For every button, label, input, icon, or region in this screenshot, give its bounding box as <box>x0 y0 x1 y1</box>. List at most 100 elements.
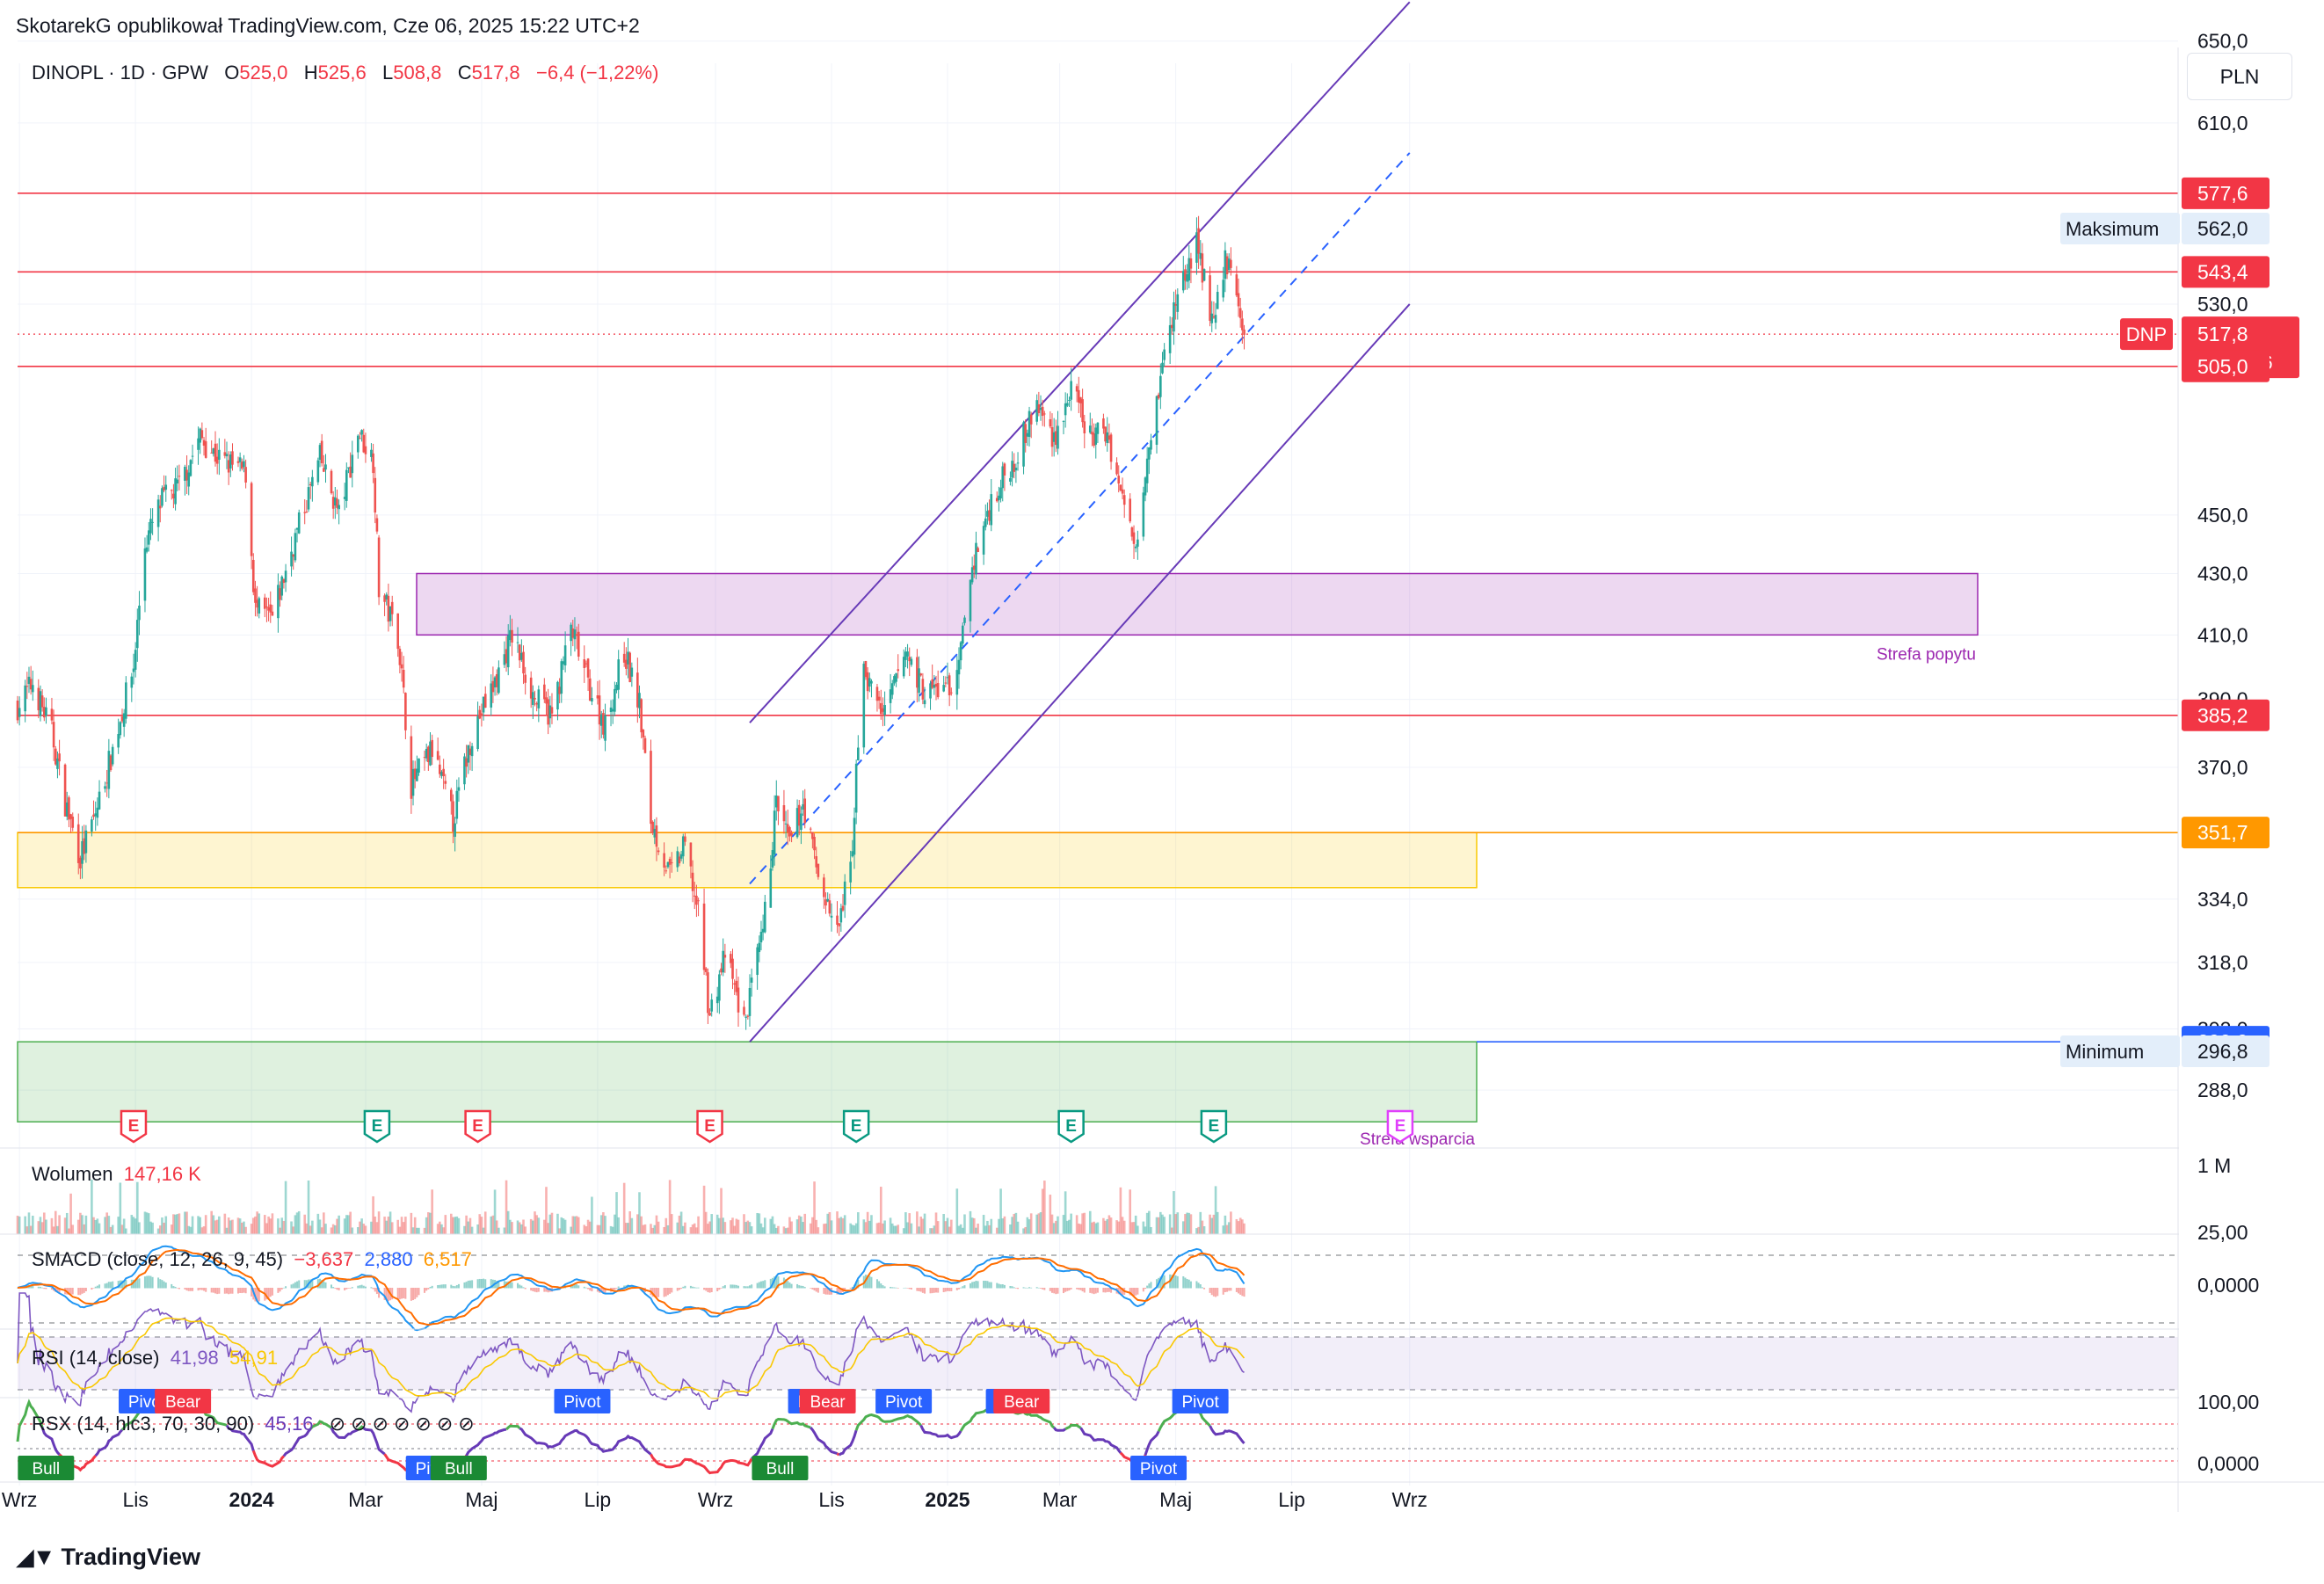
smacd-hist-bar <box>357 1285 359 1289</box>
smacd-hist-bar <box>1076 1288 1078 1290</box>
candle-down <box>640 699 643 733</box>
smacd-hist-bar <box>737 1285 740 1289</box>
smacd-hist-bar <box>1226 1288 1229 1292</box>
candle-down <box>436 751 439 760</box>
smacd-hist-bar <box>663 1288 665 1297</box>
badge-value: 296,8 <box>2197 1040 2248 1063</box>
smacd-hist-bar <box>104 1283 106 1289</box>
smacd-hist-bar <box>532 1288 534 1291</box>
smacd-hist-bar <box>480 1278 483 1289</box>
earnings-marker-text: E <box>1065 1117 1077 1136</box>
currency-button[interactable]: PLN <box>2187 53 2292 100</box>
smacd-hist-bar <box>372 1288 374 1290</box>
candle-up <box>722 950 724 973</box>
volume-bar <box>32 1216 34 1234</box>
smacd-hist-bar <box>617 1286 620 1289</box>
candle-up <box>138 605 141 621</box>
smacd-hist-bar <box>1057 1288 1059 1294</box>
volume-bar <box>1029 1213 1033 1234</box>
rsi-legend: RSI (14, close) 41,98 54,91 <box>32 1347 278 1370</box>
smacd-hist-bar <box>431 1285 433 1289</box>
price-tick-label: 334,0 <box>2197 888 2248 911</box>
smacd-hist-bar <box>1224 1288 1226 1293</box>
candle-down <box>244 467 247 483</box>
candle-down <box>670 862 673 864</box>
smacd-hist-bar <box>950 1288 953 1291</box>
volume-bar <box>563 1219 567 1234</box>
candle-up <box>1216 292 1219 309</box>
candle-down <box>782 805 786 822</box>
candle-down <box>372 453 374 474</box>
candle-up <box>1009 477 1012 482</box>
smacd-hist-bar <box>931 1288 933 1294</box>
candle-up <box>1016 462 1020 464</box>
candle-up <box>134 650 137 670</box>
smacd-hist-bar <box>883 1286 886 1289</box>
candle-up <box>360 430 363 435</box>
candle-up <box>1068 399 1071 401</box>
candle-down <box>817 863 820 877</box>
smacd-hist-bar <box>43 1288 46 1290</box>
candle-down <box>364 446 367 454</box>
smacd-hist-bar <box>790 1283 793 1289</box>
volume-bar <box>843 1215 846 1234</box>
symbol-name[interactable]: DINOPL · 1D · GPW <box>32 62 208 84</box>
badge-value: 577,6 <box>2197 182 2248 205</box>
candle-down <box>921 679 925 700</box>
smacd-hist-bar <box>91 1288 93 1290</box>
candle-down <box>877 696 881 701</box>
smacd-hist-bar <box>1030 1287 1033 1289</box>
badge-value: 385,2 <box>2197 704 2248 727</box>
candle-up <box>191 455 194 457</box>
smacd-hist-bar <box>112 1281 114 1289</box>
smacd-hist-bar <box>684 1285 686 1289</box>
trading-chart[interactable]: Strefa popytu Strefa wsparcia E E E E E E E E Pi… <box>0 0 2324 1584</box>
smacd-hist-bar <box>1230 1288 1232 1291</box>
smacd-hist-bar <box>1176 1275 1179 1289</box>
smacd-label: SMACD (close, 12, 26, 9, 45) <box>32 1248 284 1270</box>
badge-symbol-text: DNP <box>2126 323 2167 345</box>
rsx-line <box>810 1427 838 1456</box>
volume-bar <box>577 1217 580 1234</box>
candle-down <box>665 870 668 872</box>
candle-down <box>1109 434 1113 462</box>
time-axis: Wrz Lis 2024 Mar Maj Lip Wrz Lis 2025 Mar Maj Lip Wr… <box>0 1481 2324 1511</box>
symbol-legend[interactable]: DINOPL · 1D · GPW O525,0 H525,6 L508,8 C… <box>32 62 658 84</box>
smacd-hist-bar <box>429 1287 432 1289</box>
volume-bar <box>870 1215 873 1234</box>
smacd-hist-bar <box>483 1278 485 1289</box>
candle-up <box>710 999 714 1012</box>
earnings-marker-text: E <box>472 1117 483 1136</box>
candle-down <box>704 968 708 972</box>
candle-up <box>843 881 846 905</box>
smacd-hist-bar <box>282 1287 285 1289</box>
smacd-hist-bar <box>96 1285 98 1289</box>
smacd-hist-bar <box>172 1286 175 1289</box>
volume-bar <box>311 1220 314 1234</box>
smacd-hist-bar <box>216 1288 219 1295</box>
smacd-hist-bar <box>148 1275 150 1289</box>
smacd-hist-bar <box>410 1288 412 1301</box>
candle-up <box>151 521 154 523</box>
smacd-hist-bar <box>271 1288 273 1296</box>
time-tick-label: Wrz <box>1392 1488 1427 1511</box>
badge-value: 562,0 <box>2197 217 2248 240</box>
volume-bar <box>697 1216 700 1234</box>
rsx-empty-slots-icon: ⊘⊘⊘⊘⊘⊘⊘ <box>318 1413 480 1435</box>
candle-down <box>642 730 645 738</box>
tradingview-logo[interactable]: ◢▼ TradingView <box>16 1544 200 1571</box>
candle-up <box>316 460 320 483</box>
smacd-hist-bar <box>882 1285 884 1289</box>
rsx-line <box>838 1429 858 1457</box>
rsx-line <box>650 1453 753 1475</box>
rsx-tag-text: Pivot <box>563 1393 601 1412</box>
candle-up <box>1014 468 1018 471</box>
smacd-hist-bar <box>105 1282 108 1289</box>
candle-up <box>91 819 93 832</box>
rsx-line <box>919 1424 962 1440</box>
smacd-axis-label: 25,00 <box>2197 1221 2248 1244</box>
candle-down <box>52 722 55 748</box>
brand-name: TradingView <box>61 1544 201 1570</box>
volume-bar <box>923 1213 926 1234</box>
smacd-hist-bar <box>1091 1288 1093 1294</box>
